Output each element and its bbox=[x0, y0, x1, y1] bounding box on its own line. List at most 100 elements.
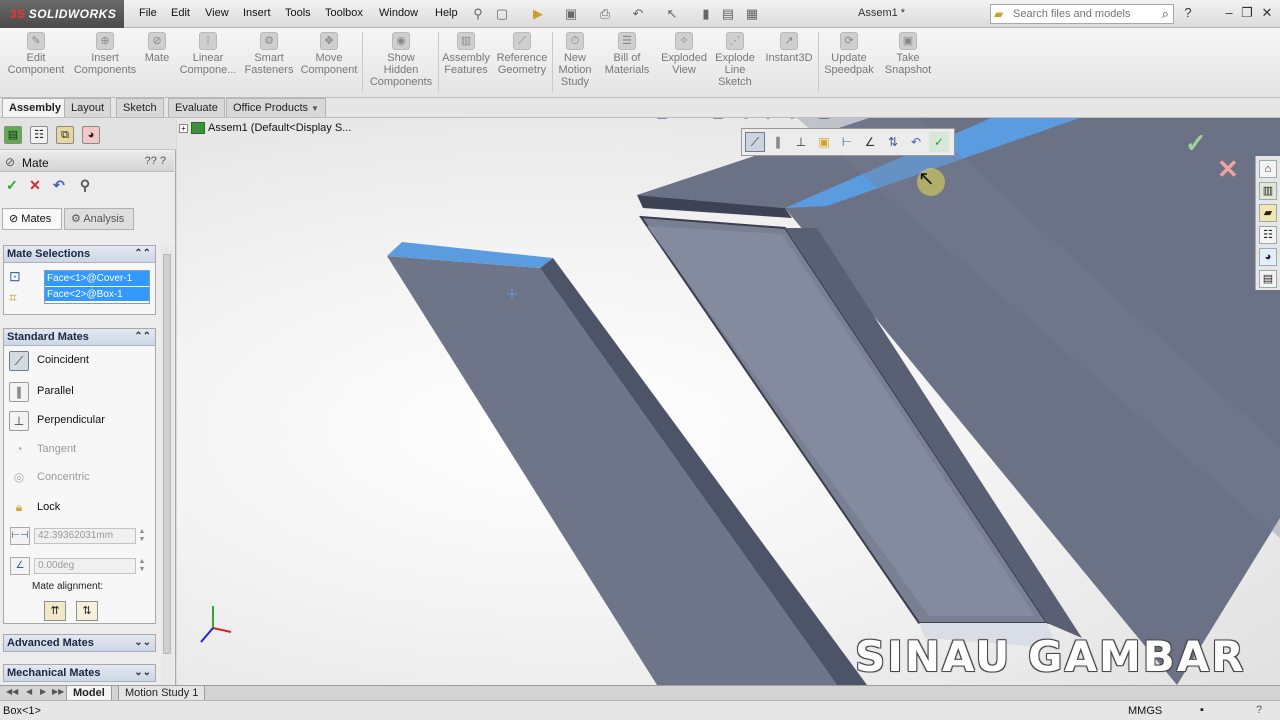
exploded-view-button[interactable]: ✧ Exploded View bbox=[656, 32, 712, 76]
panel-scrollbar[interactable] bbox=[161, 246, 173, 686]
coincident-mate-button[interactable]: ⟋ Coincident bbox=[7, 349, 155, 373]
menu-edit[interactable]: Edit bbox=[171, 7, 190, 19]
anti-aligned-icon[interactable]: ⇅ bbox=[76, 601, 98, 621]
previous-view-icon[interactable]: ↺ bbox=[631, 118, 649, 122]
angle-icon[interactable]: ∠ bbox=[10, 557, 30, 575]
display-manager-icon[interactable]: ◕ bbox=[82, 126, 100, 144]
parallel-mate-button[interactable]: ∥ Parallel bbox=[7, 380, 155, 404]
ok-check-icon[interactable]: ✓ bbox=[929, 132, 949, 152]
angle-spinner[interactable]: ▲ ▼ bbox=[137, 558, 147, 574]
prev-tab-icon[interactable]: ◀ bbox=[26, 687, 32, 696]
cancel-x-icon[interactable]: ✕ bbox=[26, 176, 44, 194]
pushpin-icon[interactable]: ⚲ bbox=[76, 176, 94, 194]
bill-of-materials-button[interactable]: ☰ Bill of Materials bbox=[600, 32, 654, 76]
list-item[interactable]: Face<2>@Box-1 bbox=[45, 286, 149, 301]
scrollbar-thumb[interactable] bbox=[163, 254, 171, 654]
hide-show-icon[interactable]: ◉ bbox=[737, 118, 755, 122]
aligned-icon[interactable]: ⇈ bbox=[44, 601, 66, 621]
take-snapshot-button[interactable]: ▣ Take Snapshot bbox=[880, 32, 936, 76]
angle-field[interactable]: 0.00deg bbox=[34, 558, 136, 574]
view-orientation-icon[interactable]: ⬡ bbox=[675, 118, 693, 122]
mate-selection-list[interactable]: Face<1>@Cover-1 Face<2>@Box-1 bbox=[44, 270, 150, 304]
new-document-icon[interactable]: ▢ bbox=[494, 6, 510, 22]
view-settings-icon[interactable]: ▤ bbox=[815, 118, 833, 122]
linear-pattern-button[interactable]: ⁞ Linear Compone... bbox=[176, 32, 240, 76]
save-icon[interactable]: ▣ bbox=[563, 6, 579, 22]
help-question-icon[interactable]: ? bbox=[1180, 5, 1196, 21]
new-motion-study-button[interactable]: ⏱ New Motion Study bbox=[554, 32, 596, 88]
apply-scene-icon[interactable]: ◎ bbox=[783, 118, 801, 122]
tab-evaluate[interactable]: Evaluate bbox=[168, 98, 225, 117]
model-scene[interactable] bbox=[177, 118, 1280, 685]
parallel-icon[interactable]: ∥ bbox=[768, 132, 788, 152]
menu-file[interactable]: File bbox=[139, 7, 157, 19]
options-icon[interactable]: ▦ bbox=[744, 6, 760, 22]
graphics-viewport[interactable]: +Assem1 (Default<Display S... ⌕ ⌕ ↺ ▨ ⬡ … bbox=[177, 118, 1280, 685]
distance-icon[interactable]: ⊢ bbox=[837, 132, 857, 152]
mate-selections-header[interactable]: Mate Selections ⌃⌃ bbox=[4, 246, 155, 263]
file-properties-icon[interactable]: ▤ bbox=[720, 6, 736, 22]
move-component-button[interactable]: ✥ Move Component bbox=[298, 32, 360, 76]
property-manager-icon[interactable]: ☷ bbox=[30, 126, 48, 144]
ok-check-icon[interactable]: ✓ bbox=[3, 176, 21, 194]
tab-motion-study[interactable]: Motion Study 1 bbox=[118, 686, 206, 701]
angle-icon[interactable]: ∠ bbox=[860, 132, 880, 152]
viewport-close-button[interactable]: ✕ bbox=[1253, 118, 1269, 120]
tab-model[interactable]: Model bbox=[66, 686, 112, 701]
instant3d-button[interactable]: ↗ Instant3D bbox=[762, 32, 816, 64]
menu-help[interactable]: Help bbox=[435, 7, 458, 19]
confirmation-check-icon[interactable]: ✓ bbox=[1185, 128, 1207, 159]
mechanical-mates-header[interactable]: Mechanical Mates ⌄⌄ bbox=[4, 665, 155, 682]
units-indicator[interactable]: MMGS bbox=[1128, 705, 1162, 717]
tab-sketch[interactable]: Sketch bbox=[116, 98, 164, 117]
menu-insert[interactable]: Insert bbox=[243, 7, 271, 19]
distance-icon[interactable]: ⊢⊣ bbox=[10, 527, 30, 545]
list-item[interactable]: Face<1>@Cover-1 bbox=[45, 271, 149, 286]
tab-mates[interactable]: ⊘ Mates bbox=[2, 208, 62, 230]
viewport-tile-icon[interactable]: ▭ bbox=[1171, 118, 1187, 120]
insert-components-button[interactable]: ⊕ Insert Components bbox=[70, 32, 140, 76]
reference-geometry-button[interactable]: ⟋ Reference Geometry bbox=[494, 32, 550, 76]
undo-icon[interactable]: ↶ bbox=[630, 6, 646, 22]
menu-window[interactable]: Window bbox=[379, 7, 418, 19]
viewport-tile2-icon[interactable]: ▭ bbox=[1191, 118, 1207, 120]
advanced-mates-header[interactable]: Advanced Mates ⌄⌄ bbox=[4, 635, 155, 652]
flip-alignment-icon[interactable]: ⇅ bbox=[883, 132, 903, 152]
concentric-mate-button[interactable]: ◎ Concentric bbox=[7, 466, 155, 490]
search-input[interactable] bbox=[1013, 7, 1149, 21]
edit-component-button[interactable]: ✎ Edit Component bbox=[4, 32, 68, 76]
file-explorer-icon[interactable]: ▰ bbox=[1259, 204, 1277, 222]
status-help-icon[interactable]: ? bbox=[1256, 704, 1262, 716]
home-icon[interactable]: ⌂ bbox=[1259, 160, 1277, 178]
update-speedpak-button[interactable]: ⟳ Update Speedpak bbox=[820, 32, 878, 76]
restore-button[interactable]: ❐ bbox=[1239, 5, 1255, 21]
help-question-icon[interactable]: ?? ? bbox=[145, 155, 166, 167]
section-view-icon[interactable]: ▨ bbox=[653, 118, 671, 122]
undo-icon[interactable]: ↶ bbox=[906, 132, 926, 152]
distance-field[interactable]: 42.39362031mm bbox=[34, 528, 136, 544]
zoom-area-icon[interactable]: ⌕ bbox=[609, 118, 627, 122]
view-palette-icon[interactable]: ☷ bbox=[1259, 226, 1277, 244]
solidworks-logo[interactable]: 3S SOLIDWORKS bbox=[0, 0, 124, 28]
undo-icon[interactable]: ↶ bbox=[50, 176, 68, 194]
show-hidden-button[interactable]: ◉ Show Hidden Components bbox=[366, 32, 436, 88]
tab-analysis[interactable]: ⚙ Analysis bbox=[64, 208, 134, 230]
perpendicular-icon[interactable]: ⊥ bbox=[791, 132, 811, 152]
configuration-manager-icon[interactable]: ⧉ bbox=[56, 126, 74, 144]
distance-spinner[interactable]: ▲ ▼ bbox=[137, 528, 147, 544]
open-icon[interactable]: ▶ bbox=[530, 6, 546, 22]
menu-view[interactable]: View bbox=[205, 7, 229, 19]
feature-manager-icon[interactable]: ▤ bbox=[4, 126, 22, 144]
coincident-icon[interactable]: ⟋ bbox=[745, 132, 765, 152]
assembly-features-button[interactable]: ▥ Assembly Features bbox=[440, 32, 492, 76]
next-tab-icon[interactable]: ▶ bbox=[40, 687, 46, 696]
display-style-icon[interactable]: ◧ bbox=[709, 118, 727, 122]
first-tab-icon[interactable]: ◀◀ bbox=[6, 687, 18, 696]
appearances-icon[interactable]: ◕ bbox=[1259, 248, 1277, 266]
select-icon[interactable]: ↖ bbox=[664, 6, 680, 22]
expand-icon[interactable]: + bbox=[179, 123, 188, 133]
close-button[interactable]: ✕ bbox=[1259, 5, 1275, 21]
lock-icon[interactable]: ▣ bbox=[814, 132, 834, 152]
menu-toolbox[interactable]: Toolbox bbox=[325, 7, 363, 19]
print-icon[interactable]: ⎙ bbox=[597, 6, 613, 22]
